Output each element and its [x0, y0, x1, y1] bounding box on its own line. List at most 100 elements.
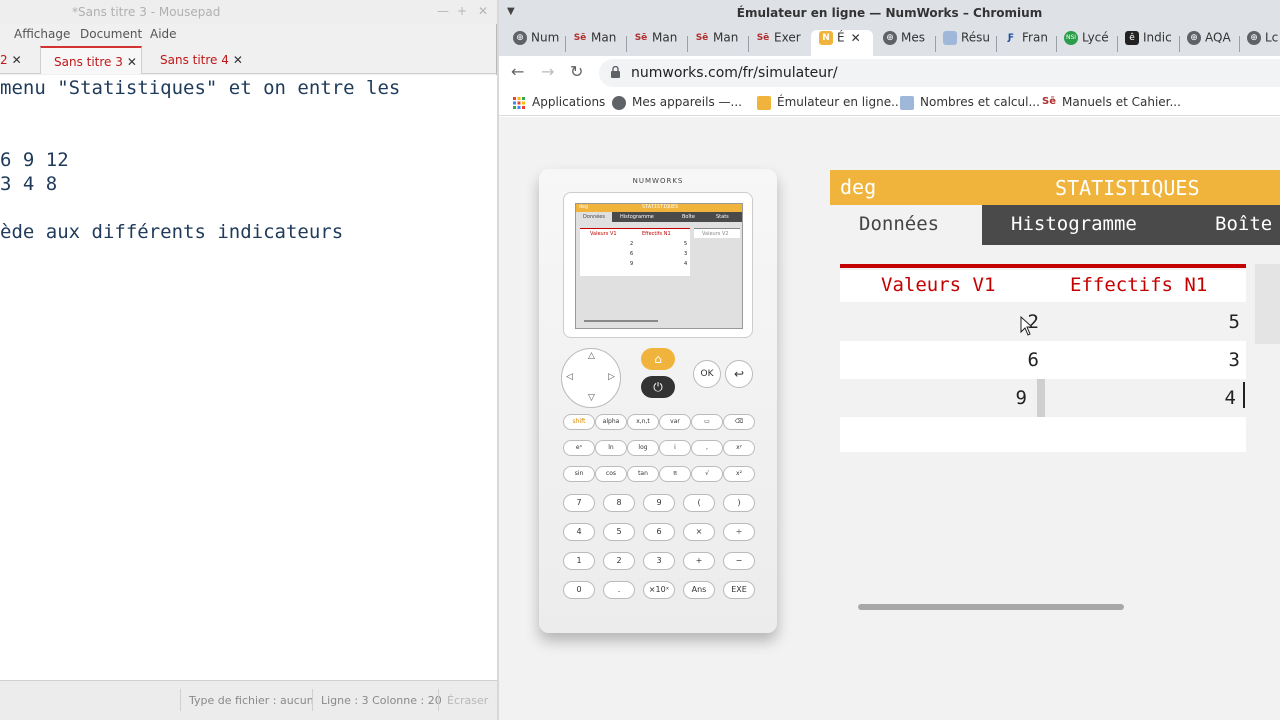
- minimize-icon[interactable]: —: [437, 4, 449, 18]
- menu-aide[interactable]: Aide: [150, 27, 177, 41]
- key-dot[interactable]: .: [603, 581, 635, 599]
- bookmark-mes-appareils[interactable]: Mes appareils —...: [612, 95, 742, 110]
- address-bar[interactable]: numworks.com/fr/simulateur/: [599, 59, 1280, 87]
- bookmark-applications[interactable]: Applications: [512, 95, 605, 110]
- home-key[interactable]: ⌂: [641, 348, 675, 370]
- bookmark-nombres-calcul[interactable]: Nombres et calcul...: [900, 95, 1040, 110]
- bookmark-emulateur[interactable]: Émulateur en ligne...: [757, 95, 903, 110]
- table-cell-n1[interactable]: 5: [1045, 303, 1246, 341]
- browser-tab[interactable]: Sē Man: [626, 30, 687, 56]
- key-4[interactable]: 4: [563, 523, 595, 541]
- key-5[interactable]: 5: [603, 523, 635, 541]
- ok-key[interactable]: OK: [693, 360, 721, 388]
- shift-key[interactable]: shift: [563, 414, 595, 430]
- key-ans[interactable]: Ans: [683, 581, 715, 599]
- key-6[interactable]: 6: [643, 523, 675, 541]
- tab-boite[interactable]: Boîte: [1215, 205, 1272, 245]
- text-editor[interactable]: menu "Statistiques" et on entre les 6 9 …: [0, 75, 497, 680]
- arrow-up-icon[interactable]: △: [588, 351, 595, 361]
- imaginary-key[interactable]: i: [659, 440, 691, 456]
- toolbox-key[interactable]: ▭: [691, 414, 723, 430]
- pi-key[interactable]: π: [659, 466, 691, 482]
- table-cell-v1[interactable]: 9: [840, 379, 1045, 417]
- key-0[interactable]: 0: [563, 581, 595, 599]
- alpha-key[interactable]: alpha: [595, 414, 627, 430]
- close-icon[interactable]: ✕: [12, 53, 22, 67]
- close-tab-icon[interactable]: ✕: [851, 31, 861, 45]
- key-2[interactable]: 2: [603, 552, 635, 570]
- dpad[interactable]: △ ▽ ◁ ▷: [561, 348, 621, 408]
- browser-tab[interactable]: ⊕ Num: [505, 30, 565, 56]
- browser-tab[interactable]: NSI Lycé: [1056, 30, 1117, 56]
- tab-histogramme[interactable]: Histogramme: [1011, 205, 1137, 245]
- tan-key[interactable]: tan: [627, 466, 659, 482]
- key-divide[interactable]: ÷: [723, 523, 755, 541]
- table-cell-v1[interactable]: 2: [840, 303, 1045, 341]
- browser-tab[interactable]: Sē Exer: [748, 30, 809, 56]
- close-icon[interactable]: ✕: [478, 4, 488, 18]
- power-exp-key[interactable]: xʸ: [723, 440, 755, 456]
- key-plus[interactable]: +: [683, 552, 715, 570]
- tab-sans-titre-2[interactable]: 2 ✕: [0, 46, 38, 74]
- key-7[interactable]: 7: [563, 494, 595, 512]
- xnt-key[interactable]: x,n,t: [627, 414, 659, 430]
- tab-donnees[interactable]: Données: [830, 205, 982, 245]
- calculator-brand: NUMWORKS: [632, 177, 684, 185]
- forward-arrow-icon[interactable]: →: [541, 62, 554, 81]
- back-arrow-icon[interactable]: ←: [511, 62, 524, 81]
- comma-key[interactable]: ,: [691, 440, 723, 456]
- table-cell-n1[interactable]: 3: [1045, 341, 1246, 379]
- maximize-icon[interactable]: +: [457, 4, 467, 18]
- arrow-left-icon[interactable]: ◁: [566, 372, 573, 382]
- sin-key[interactable]: sin: [563, 466, 595, 482]
- key-open-paren[interactable]: (: [683, 494, 715, 512]
- tab-sans-titre-3[interactable]: Sans titre 3 ✕: [40, 46, 142, 74]
- ln-key[interactable]: ln: [595, 440, 627, 456]
- arrow-down-icon[interactable]: ▽: [588, 393, 595, 403]
- browser-tab[interactable]: Résu: [935, 30, 996, 56]
- key-multiply[interactable]: ×: [683, 523, 715, 541]
- table-cell-v1[interactable]: 6: [840, 341, 1045, 379]
- power-key[interactable]: ⏻: [641, 376, 675, 398]
- key-9[interactable]: 9: [643, 494, 675, 512]
- browser-tab[interactable]: ê Indic: [1117, 30, 1179, 56]
- browser-tab[interactable]: Sē Man: [687, 30, 748, 56]
- cos-key[interactable]: cos: [595, 466, 627, 482]
- backspace-key[interactable]: ⌫: [723, 414, 755, 430]
- key-times-ten[interactable]: ×10ˣ: [643, 581, 675, 599]
- key-8[interactable]: 8: [603, 494, 635, 512]
- square-key[interactable]: x²: [723, 466, 755, 482]
- table-cell-n1-selected[interactable]: 4: [1045, 379, 1246, 417]
- key-minus[interactable]: −: [723, 552, 755, 570]
- key-exe[interactable]: EXE: [723, 581, 755, 599]
- column-header-v1[interactable]: Valeurs V1: [840, 270, 1045, 302]
- close-icon[interactable]: ✕: [233, 53, 243, 67]
- horizontal-scrollbar[interactable]: [858, 604, 1124, 610]
- arrow-right-icon[interactable]: ▷: [608, 372, 615, 382]
- key-3[interactable]: 3: [643, 552, 675, 570]
- menu-affichage[interactable]: Affichage: [14, 27, 70, 41]
- angle-unit: deg: [840, 175, 877, 199]
- column-header-n1[interactable]: Effectifs N1: [1045, 270, 1246, 302]
- globe-icon: ⊕: [883, 30, 897, 45]
- menu-document[interactable]: Document: [80, 27, 142, 41]
- table-empty-row[interactable]: [840, 417, 1246, 452]
- browser-tab[interactable]: Sē Man: [565, 30, 626, 56]
- sqrt-key[interactable]: √: [691, 466, 723, 482]
- browser-tab[interactable]: ⊕ Mes: [875, 30, 935, 56]
- var-key[interactable]: var: [659, 414, 691, 430]
- simulator-screen[interactable]: deg STATISTIQUES Données Histogramme Boî…: [830, 170, 1280, 720]
- key-close-paren[interactable]: ): [723, 494, 755, 512]
- exp-key[interactable]: eˣ: [563, 440, 595, 456]
- browser-tab[interactable]: Ƒ Fran: [996, 30, 1056, 56]
- browser-tab-active[interactable]: N É ✕: [811, 30, 873, 56]
- bookmark-manuels-cahier[interactable]: Sē Manuels et Cahier...: [1042, 95, 1181, 110]
- back-key[interactable]: ↩: [725, 360, 753, 388]
- close-icon[interactable]: ✕: [127, 55, 137, 69]
- reload-icon[interactable]: ↻: [570, 62, 583, 81]
- log-key[interactable]: log: [627, 440, 659, 456]
- browser-tab[interactable]: ⊕ Lc: [1239, 30, 1280, 56]
- key-1[interactable]: 1: [563, 552, 595, 570]
- browser-tab[interactable]: ⊕ AQA: [1179, 30, 1239, 56]
- tab-sans-titre-4[interactable]: Sans titre 4 ✕: [160, 46, 250, 74]
